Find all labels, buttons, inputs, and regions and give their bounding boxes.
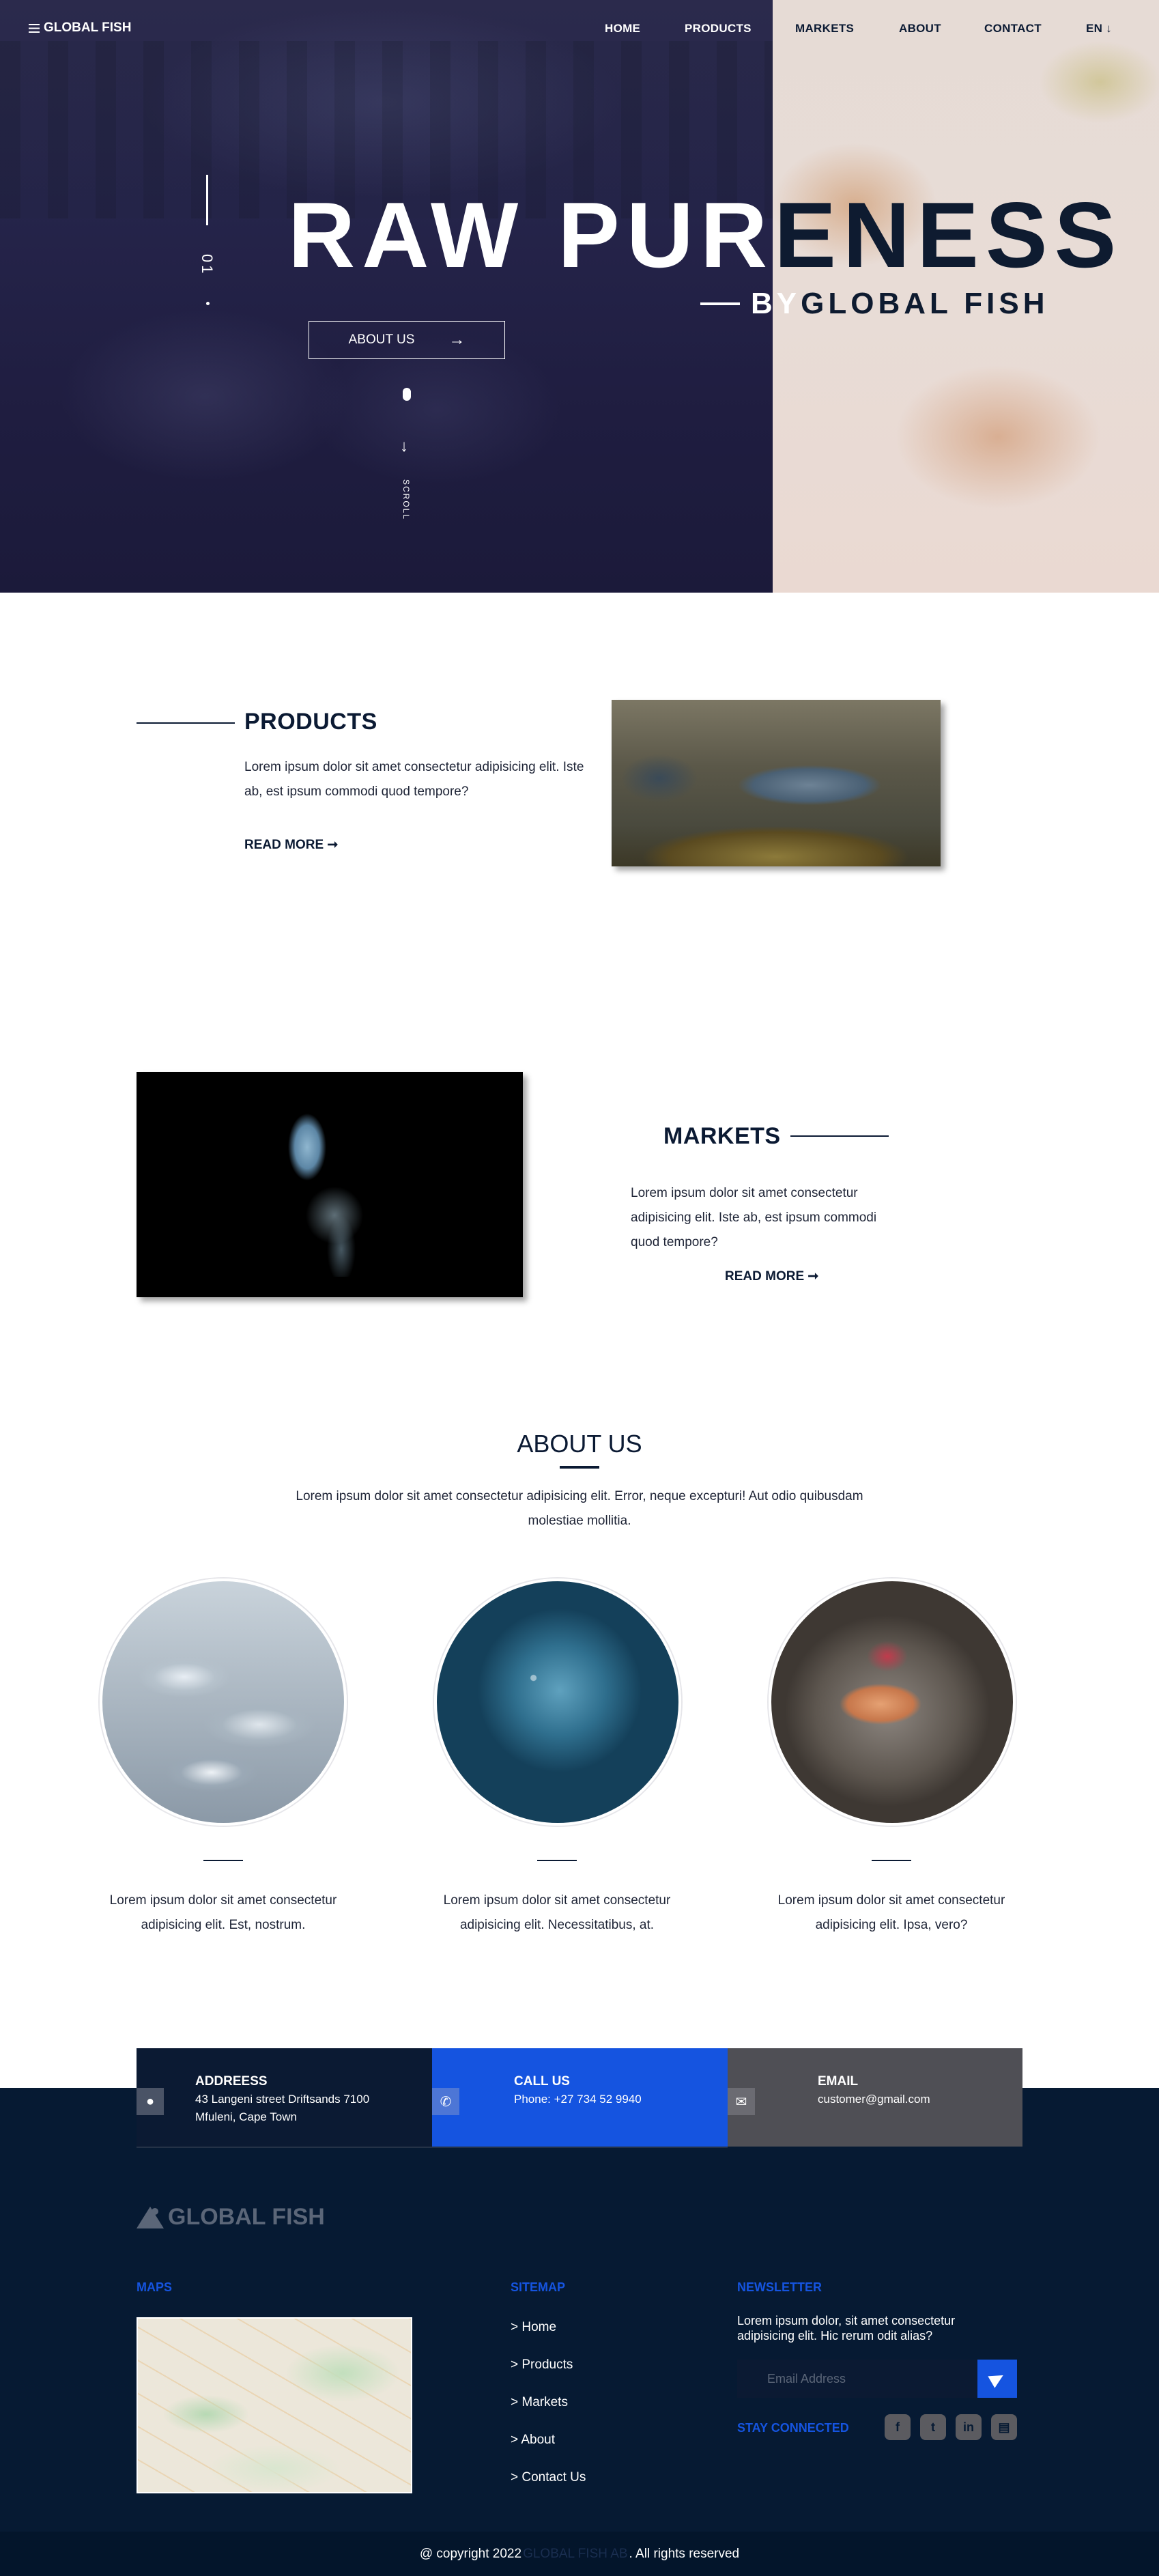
newsletter-email-input[interactable] bbox=[737, 2360, 977, 2398]
markets-text: Lorem ipsum dolor sit amet consectetur a… bbox=[631, 1186, 877, 1249]
markets-decor-line bbox=[790, 1135, 889, 1137]
contact-bar-divider bbox=[137, 2147, 728, 2148]
sitemap-heading: SITEMAP bbox=[511, 2280, 566, 2294]
hero-sub-dark: GLOBAL FISH bbox=[801, 287, 1049, 320]
about-image-fish-pile bbox=[100, 1579, 347, 1826]
call-value[interactable]: Phone: +27 734 52 9940 bbox=[514, 2091, 642, 2108]
hero-title-dark: ENESS bbox=[774, 183, 1124, 287]
email-value[interactable]: customer@gmail.com bbox=[818, 2091, 930, 2108]
hero-title: RAW PURENESS bbox=[288, 188, 1123, 281]
sitemap-contact[interactable]: > Contact Us bbox=[511, 2470, 586, 2485]
hero-section: GLOBAL FISH HOME PRODUCTS MARKETS ABOUT … bbox=[0, 0, 1159, 593]
send-icon bbox=[988, 2369, 1007, 2388]
about-title: ABOUT US bbox=[517, 1430, 642, 1458]
address-label: ADDREESS bbox=[195, 2074, 268, 2089]
slide-dot[interactable] bbox=[206, 302, 210, 305]
maps-heading: MAPS bbox=[137, 2280, 173, 2294]
contact-address: ● ADDREESS 43 Langeni street Driftsands … bbox=[137, 2048, 432, 2147]
arrow-down-icon: ↓ bbox=[1106, 22, 1113, 35]
arrow-right-icon: → bbox=[448, 330, 466, 349]
contact-call: ✆ CALL US Phone: +27 734 52 9940 bbox=[432, 2048, 728, 2147]
hero-title-light: RAW PUR bbox=[288, 183, 775, 287]
nav-products[interactable]: PRODUCTS bbox=[685, 22, 752, 36]
email-label: EMAIL bbox=[818, 2074, 859, 2089]
stay-connected-label: STAY CONNECTED bbox=[737, 2421, 849, 2435]
about-title-underline bbox=[560, 1466, 599, 1469]
about-image-fish-school bbox=[434, 1579, 681, 1826]
scroll-arrow-icon[interactable]: ↓ bbox=[400, 437, 408, 456]
hero-background-photo bbox=[0, 0, 773, 593]
subtitle-dash bbox=[700, 302, 740, 305]
copyright-suffix: . All rights reserved bbox=[629, 2546, 740, 2561]
footer-brand[interactable]: GLOBAL FISH bbox=[137, 2204, 325, 2231]
map-pin-icon: ● bbox=[137, 2088, 164, 2115]
copyright-prefix: @ copyright 2022 bbox=[419, 2546, 522, 2561]
contact-email: ✉ EMAIL customer@gmail.com bbox=[728, 2048, 1022, 2147]
sitemap-home[interactable]: > Home bbox=[511, 2320, 556, 2335]
contact-card-icon[interactable]: ▤ bbox=[991, 2414, 1017, 2440]
phone-icon: ✆ bbox=[432, 2088, 459, 2115]
hero-subtitle: BYGLOBAL FISH bbox=[700, 285, 1049, 322]
language-label: EN bbox=[1086, 22, 1103, 35]
contact-bar: ● ADDREESS 43 Langeni street Driftsands … bbox=[137, 2048, 1022, 2147]
about-image-fish-dish bbox=[769, 1579, 1016, 1826]
markets-title: MARKETS bbox=[663, 1123, 781, 1149]
mouse-icon bbox=[403, 388, 411, 401]
location-map[interactable] bbox=[137, 2317, 412, 2493]
nav-about[interactable]: ABOUT bbox=[899, 22, 941, 36]
slide-number: 01 bbox=[199, 254, 216, 277]
markets-fish-image bbox=[137, 1072, 523, 1297]
about-us-button[interactable]: ABOUT US → bbox=[309, 321, 505, 359]
language-selector[interactable]: EN ↓ bbox=[1086, 22, 1112, 36]
products-read-more-link[interactable]: READ MORE ➞ bbox=[244, 837, 338, 853]
mountain-logo-icon bbox=[137, 2206, 165, 2228]
nav-markets[interactable]: MARKETS bbox=[795, 22, 854, 36]
sitemap-products[interactable]: > Products bbox=[511, 2358, 573, 2373]
about-card-dash bbox=[203, 1860, 243, 1861]
top-nav: GLOBAL FISH HOME PRODUCTS MARKETS ABOUT … bbox=[0, 0, 1159, 57]
copyright-brand-link[interactable]: GLOBAL FISH AB bbox=[523, 2547, 627, 2562]
products-title: PRODUCTS bbox=[244, 709, 377, 735]
nav-links: HOME PRODUCTS MARKETS ABOUT CONTACT EN ↓ bbox=[0, 22, 1159, 36]
about-us-button-label: ABOUT US bbox=[348, 332, 415, 347]
products-decor-line bbox=[137, 722, 235, 724]
scroll-label: SCROLL bbox=[401, 479, 411, 521]
sitemap-about[interactable]: > About bbox=[511, 2433, 555, 2448]
about-card-text: Lorem ipsum dolor sit amet consectetur a… bbox=[443, 1893, 671, 1932]
twitter-icon[interactable]: t bbox=[920, 2414, 946, 2440]
footer-brand-name: GLOBAL FISH bbox=[168, 2204, 325, 2230]
address-value: 43 Langeni street Driftsands 7100 Mfulen… bbox=[195, 2093, 370, 2123]
about-card-text: Lorem ipsum dolor sit amet consectetur a… bbox=[777, 1893, 1005, 1932]
about-card-dash bbox=[537, 1860, 577, 1861]
newsletter-text: Lorem ipsum dolor, sit amet consectetur … bbox=[737, 2314, 956, 2343]
nav-contact[interactable]: CONTACT bbox=[984, 22, 1042, 36]
about-card-dash bbox=[872, 1860, 911, 1861]
newsletter-send-button[interactable] bbox=[977, 2360, 1017, 2398]
sitemap-markets[interactable]: > Markets bbox=[511, 2395, 568, 2410]
slide-indicator-line bbox=[206, 175, 208, 225]
copyright-bar: @ copyright 2022 GLOBAL FISH AB . All ri… bbox=[0, 2532, 1159, 2576]
nav-home[interactable]: HOME bbox=[605, 22, 640, 36]
products-text: Lorem ipsum dolor sit amet consectetur a… bbox=[244, 760, 584, 799]
about-card-text: Lorem ipsum dolor sit amet consectetur a… bbox=[109, 1893, 337, 1932]
markets-read-more-link[interactable]: READ MORE ➞ bbox=[725, 1269, 818, 1284]
hero-sub-light: BY bbox=[751, 287, 801, 320]
facebook-icon[interactable]: f bbox=[885, 2414, 911, 2440]
about-text: Lorem ipsum dolor sit amet consectetur a… bbox=[296, 1489, 863, 1528]
linkedin-icon[interactable]: in bbox=[956, 2414, 982, 2440]
products-fish-image bbox=[612, 700, 941, 866]
call-label: CALL US bbox=[514, 2074, 570, 2089]
mail-icon: ✉ bbox=[728, 2088, 755, 2115]
newsletter-heading: NEWSLETTER bbox=[737, 2280, 822, 2294]
